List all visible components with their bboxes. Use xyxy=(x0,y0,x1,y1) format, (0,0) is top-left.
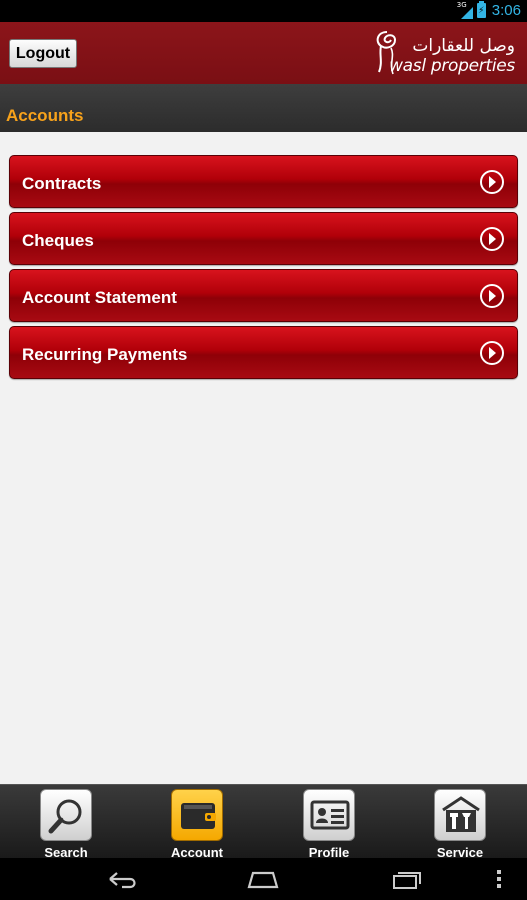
menu-item-recurring-payments[interactable]: Recurring Payments xyxy=(9,326,518,379)
clock: 3:06 xyxy=(491,2,521,19)
recents-icon[interactable] xyxy=(386,867,426,891)
menu-item-cheques[interactable]: Cheques xyxy=(9,212,518,265)
system-nav-bar xyxy=(0,858,527,900)
app-header: Logout وصل للعقارات wasl properties xyxy=(0,22,527,84)
chevron-right-circle-icon xyxy=(480,341,504,365)
logout-button[interactable]: Logout xyxy=(9,39,77,68)
menu-item-label: Account Statement xyxy=(22,288,177,307)
chevron-right-circle-icon xyxy=(480,170,504,194)
menu-item-account-statement[interactable]: Account Statement xyxy=(9,269,518,322)
signal-icon: 3G xyxy=(457,1,473,19)
menu-item-label: Recurring Payments xyxy=(22,345,188,364)
wasl-logo: وصل للعقارات wasl properties xyxy=(373,28,515,80)
chevron-right-circle-icon xyxy=(480,284,504,308)
battery-charging-icon: ⚡ xyxy=(476,1,486,18)
accounts-menu: Contracts Cheques Account Statement Recu… xyxy=(9,155,518,383)
wallet-icon xyxy=(171,789,223,841)
menu-item-contracts[interactable]: Contracts xyxy=(9,155,518,208)
tab-profile[interactable]: Profile xyxy=(289,789,369,860)
status-bar: 3G ⚡ 3:06 xyxy=(0,0,527,22)
menu-item-label: Cheques xyxy=(22,231,94,250)
menu-item-label: Contracts xyxy=(22,174,102,193)
page-title: Accounts xyxy=(6,106,84,125)
chevron-right-circle-icon xyxy=(480,227,504,251)
home-icon[interactable] xyxy=(243,867,283,891)
tools-icon xyxy=(434,789,486,841)
magnifier-icon xyxy=(40,789,92,841)
logo-arabic-text: وصل للعقارات xyxy=(412,36,515,56)
title-bar: Accounts xyxy=(0,84,527,132)
tab-account[interactable]: Account xyxy=(157,789,237,860)
logo-english-text: wasl properties xyxy=(389,56,515,76)
overflow-menu-icon[interactable] xyxy=(484,867,514,891)
tab-search[interactable]: Search xyxy=(26,789,106,860)
bottom-tab-bar: Search Account Profile Service xyxy=(0,784,527,860)
id-card-icon xyxy=(303,789,355,841)
back-icon[interactable] xyxy=(102,867,142,891)
tab-service[interactable]: Service xyxy=(420,789,500,860)
